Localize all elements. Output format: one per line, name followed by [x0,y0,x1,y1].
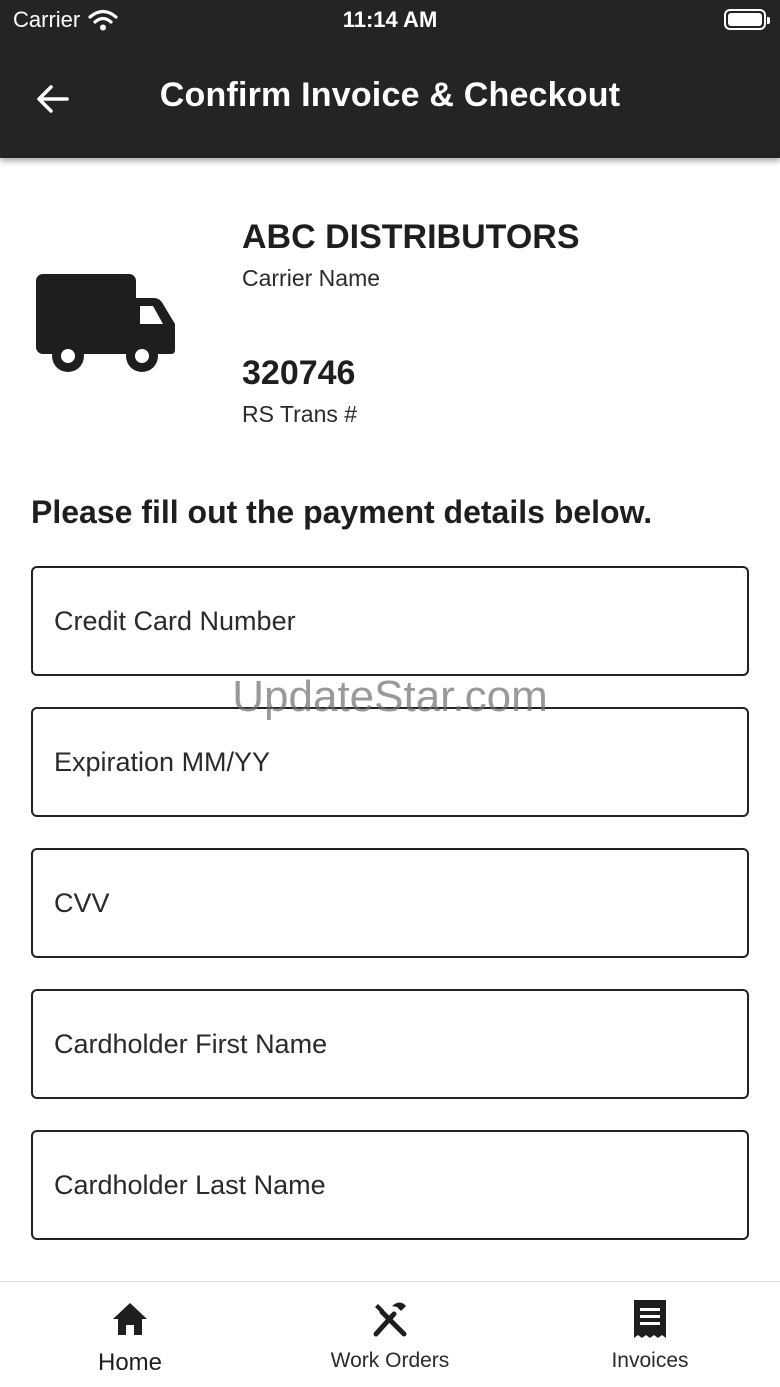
transaction-number-label: RS Trans # [242,401,358,427]
carrier-name-label: Carrier Name [242,265,381,291]
first-name-field [31,989,749,1099]
card-number-input[interactable] [33,568,747,674]
navigation-bar: Confirm Invoice & Checkout [0,50,780,146]
tab-work-orders[interactable]: Work Orders [260,1282,520,1387]
tab-work-orders-label: Work Orders [330,1349,450,1372]
top-app-bar: Carrier 11:14 AM Confirm Invoice & Check… [0,0,780,158]
cvv-input[interactable] [33,850,747,956]
truck-icon [36,274,175,372]
tools-icon [373,1302,407,1337]
tab-home[interactable]: Home [0,1282,260,1387]
expiration-field [31,707,749,817]
carrier-name: ABC DISTRIBUTORS [242,218,580,256]
last-name-field [31,1130,749,1240]
tab-invoices[interactable]: Invoices [520,1282,780,1387]
transaction-number: 320746 [242,354,356,392]
page-title: Confirm Invoice & Checkout [159,76,621,114]
tab-invoices-label: Invoices [611,1349,689,1372]
battery-icon [724,9,770,30]
home-icon [113,1303,147,1335]
bottom-tab-bar: Home Work Orders Invoices [0,1281,780,1387]
carrier-details: ABC DISTRIBUTORS Carrier Name 320746 RS … [0,158,780,468]
invoice-icon [634,1300,666,1338]
cvv-field [31,848,749,958]
expiration-input[interactable] [33,709,747,815]
tab-home-label: Home [97,1349,163,1376]
card-number-field [31,566,749,676]
payment-instructions: Please fill out the payment details belo… [31,494,653,530]
status-time: 11:14 AM [342,7,438,32]
last-name-input[interactable] [33,1132,747,1238]
status-bar: Carrier 11:14 AM [0,0,780,40]
first-name-input[interactable] [33,991,747,1097]
